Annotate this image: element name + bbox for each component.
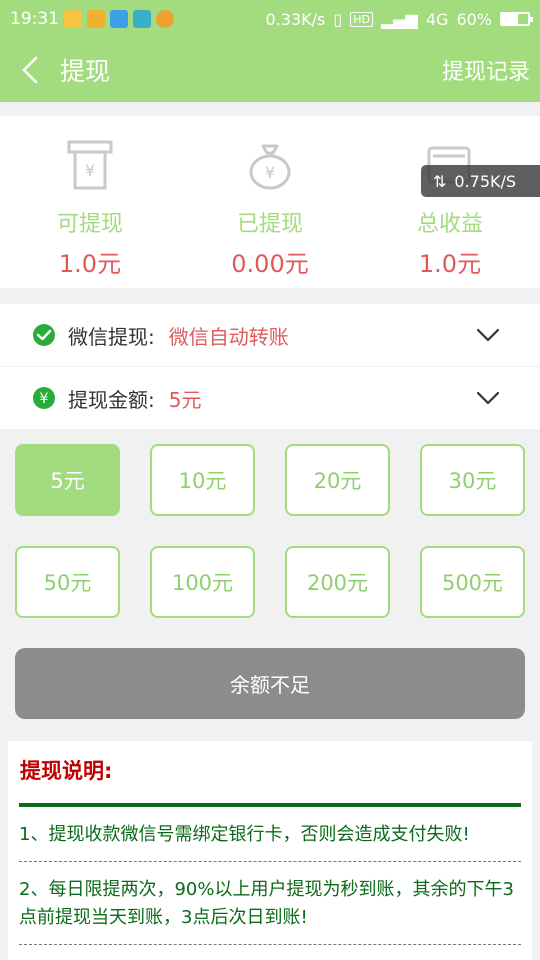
note-item: 1、提现收款微信号需绑定银行卡，否则会造成支付失败! [19,807,521,862]
coin-notification-icon [156,10,174,28]
amount-option[interactable]: 5元 [15,444,120,516]
page-title: 提现 [60,57,111,86]
battery-level [502,14,518,24]
amount-option[interactable]: 50元 [15,546,120,618]
stat-available: ¥ 可提现 1.0元 [0,116,180,288]
svg-text:¥: ¥ [85,161,95,180]
method-value: 微信自动转账 [168,324,289,349]
stat-label: 可提现 [56,212,123,237]
withdraw-amount-select[interactable]: ¥ 提现金额: 5元 [0,367,540,429]
balance-summary: ¥ 可提现 1.0元 ¥ 已提现 0.00元 总收益 1.0元 [0,116,540,288]
amount-value: 5元 [168,387,202,412]
wechat-icon [33,324,55,346]
app-bar: 提现 提现记录 [0,38,540,102]
withdraw-method-select[interactable]: 微信提现: 微信自动转账 [0,304,540,366]
stat-value: 1.0元 [418,250,482,278]
note-item: 2、每日限提两次，90%以上用户提现为秒到账，其余的下午3点前提现当天到账，3点… [19,862,521,945]
battery-icon [500,12,533,26]
scan-notification-icon [133,10,151,28]
message-notification-icon [110,10,128,28]
stat-label: 已提现 [236,212,303,237]
stat-total-income: 总收益 1.0元 [360,116,540,288]
amount-option[interactable]: 500元 [420,546,525,618]
notes-title: 提现说明: [20,759,113,783]
status-bar: 19:31 0.33K/s ▯ HD ▂▄▆ 4G 60% [0,0,540,38]
app-notification-icon [87,10,105,28]
amount-option[interactable]: 100元 [150,546,255,618]
svg-text:¥: ¥ [40,391,49,407]
stat-value: 1.0元 [58,250,122,278]
signal-icon: ▂▄▆ [380,9,418,29]
amount-option[interactable]: 30元 [420,444,525,516]
yuan-coin-icon: ¥ [33,387,55,409]
stat-withdrawn: ¥ 已提现 0.00元 [180,116,360,288]
hd-icon: HD [350,11,373,27]
svg-text:¥: ¥ [265,163,275,182]
amount-label: 提现金额: [68,387,155,412]
battery-percent: 60% [456,9,492,29]
stat-label: 总收益 [416,212,483,237]
transfer-arrows-icon: ⇅ [433,171,447,191]
amount-option[interactable]: 200元 [285,546,390,618]
withdraw-submit-button[interactable]: 余额不足 [15,648,525,719]
star-notification-icon [64,10,82,28]
withdraw-record-link[interactable]: 提现记录 [442,54,540,86]
speed-overlay[interactable]: ⇅ 0.75K/S [421,165,540,197]
atm-icon: ¥ [67,140,113,190]
status-time: 19:31 [10,9,59,29]
back-button[interactable] [0,38,60,102]
network-type: 4G [425,9,449,29]
speed-value: 0.75K/S [454,171,517,191]
chevron-down-icon [476,328,500,342]
chevron-down-icon [476,391,500,405]
method-label: 微信提现: [68,324,155,349]
stat-value: 0.00元 [231,250,309,278]
amount-option[interactable]: 20元 [285,444,390,516]
vibrate-icon: ▯ [333,9,343,29]
withdraw-notes: 提现说明: 1、提现收款微信号需绑定银行卡，否则会造成支付失败! 2、每日限提两… [8,741,532,960]
net-speed: 0.33K/s [265,9,326,29]
amount-option[interactable]: 10元 [150,444,255,516]
chevron-left-icon [22,56,38,84]
money-bag-icon: ¥ [249,144,291,190]
